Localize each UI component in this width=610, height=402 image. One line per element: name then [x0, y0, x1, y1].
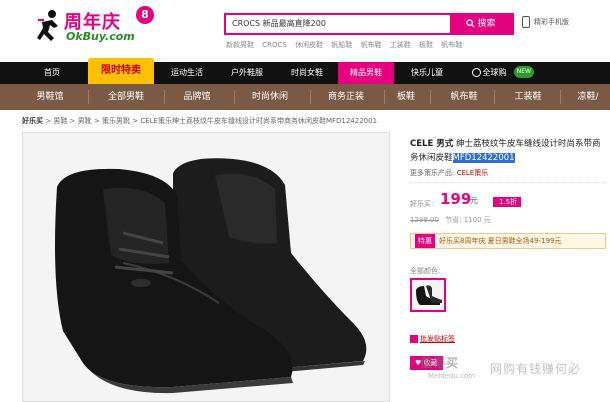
- more-products-link[interactable]: CELE策乐: [457, 169, 489, 177]
- more-products-label: 更多策乐产品:: [410, 169, 455, 177]
- color-swatch-selected[interactable]: [410, 278, 446, 312]
- promo-text: 好乐买8周年庆 夏日男鞋全场49-199元: [439, 237, 562, 245]
- hotword-link[interactable]: 新款男鞋: [226, 41, 254, 49]
- promotion-banner[interactable]: 特惠 好乐买8周年庆 夏日男鞋全场49-199元: [410, 233, 606, 249]
- hotword-link[interactable]: 帆布鞋: [361, 41, 382, 49]
- product-sku: MFD12422001: [452, 153, 515, 163]
- nav-item-flash-sale[interactable]: 限时特卖: [88, 58, 154, 84]
- subnav-all-men-shoes[interactable]: 全部男鞋: [92, 84, 160, 110]
- mobile-version-label: 精彩手机版: [534, 18, 569, 26]
- more-products: 更多策乐产品: CELE策乐: [410, 168, 488, 178]
- subnav-workwear[interactable]: 工装鞋: [500, 84, 556, 110]
- savings-text: 节省: 1100 元: [445, 216, 491, 224]
- nav-divider: [234, 90, 235, 104]
- hotword-link[interactable]: 休闲皮鞋: [295, 41, 323, 49]
- primary-nav: 首页 限时特卖 运动生活 户外鞋服 时尚女鞋 精品男鞋 快乐儿童 全球购 NEW: [0, 58, 610, 84]
- wholesale-label-text: 批发贴标签: [420, 335, 455, 343]
- secondary-nav: 男鞋馆 全部男鞋 品牌馆 时尚休闲 商务正装 板鞋 帆布鞋 工装鞋 凉鞋/: [0, 84, 610, 110]
- nav-item-women[interactable]: 时尚女鞋: [278, 62, 336, 84]
- mobile-version-link[interactable]: 精彩手机版: [522, 16, 569, 28]
- anniversary-badge: 8: [136, 6, 154, 24]
- hotword-link[interactable]: 帆布鞋: [441, 41, 462, 49]
- hotword-link[interactable]: 工装鞋: [390, 41, 411, 49]
- nav-item-men[interactable]: 精品男鞋: [338, 62, 394, 84]
- watermark-domain: Meidedu.com: [428, 372, 476, 380]
- nav-divider: [164, 90, 165, 104]
- nav-divider: [310, 90, 311, 104]
- hotword-link[interactable]: 板鞋: [419, 41, 433, 49]
- hotword-link[interactable]: 帆船鞋: [331, 41, 352, 49]
- price-unit: 元: [470, 196, 478, 205]
- divider: [410, 182, 606, 183]
- original-price-row: 1299.00 节省: 1100 元: [410, 215, 491, 225]
- subnav-canvas[interactable]: 帆布鞋: [436, 84, 492, 110]
- label-icon: [410, 335, 418, 343]
- product-title: CELE 男式 绅士荔枝纹牛皮车缝线设计时尚系带商务休闲皮鞋MFD1242200…: [410, 137, 606, 165]
- discount-badge: 1.5折: [493, 197, 522, 207]
- nav-item-global[interactable]: 全球购 NEW: [466, 62, 534, 84]
- breadcrumb-link[interactable]: 男鞋: [53, 117, 67, 125]
- subnav-skate[interactable]: 板鞋: [386, 84, 426, 110]
- breadcrumb-link[interactable]: 策乐男靴: [102, 117, 130, 125]
- breadcrumb: 好乐买 > 男鞋 > 男靴 > 策乐男靴 > CELE策乐绅士荔枝纹牛皮车缝线设…: [22, 117, 378, 125]
- new-badge: NEW: [513, 66, 534, 78]
- product-image[interactable]: [22, 132, 390, 402]
- nav-divider: [560, 90, 561, 104]
- runner-logo-icon: [37, 10, 58, 41]
- nav-item-outdoor[interactable]: 户外鞋服: [218, 62, 276, 84]
- product-brand: CELE 男式: [410, 139, 454, 149]
- subnav-sandals[interactable]: 凉鞋/: [566, 84, 610, 110]
- subnav-men-hall[interactable]: 男鞋馆: [20, 84, 80, 110]
- search-button[interactable]: 搜索: [450, 15, 512, 33]
- nav-item-sports[interactable]: 运动生活: [158, 62, 216, 84]
- site-logo[interactable]: 周年庆 OkBuy.com 8: [34, 6, 154, 48]
- search-button-label: 搜索: [477, 19, 496, 29]
- search-input[interactable]: CROCS 新品最高直降200: [226, 15, 452, 33]
- phone-icon: [522, 16, 530, 28]
- watermark-logo: 值得买: [420, 356, 460, 370]
- shoe-photo-illustration: [23, 133, 389, 401]
- nav-divider: [430, 90, 431, 104]
- watermark-slogan: 网购有钱赚何必: [490, 362, 582, 376]
- breadcrumb-link[interactable]: 好乐买: [22, 117, 43, 125]
- shoe-thumbnail-icon: [416, 285, 442, 305]
- hot-search-words: 新款男鞋 CROCS 休闲皮鞋 帆船鞋 帆布鞋 工装鞋 板鞋 帆布鞋: [226, 40, 468, 50]
- search-icon: [466, 19, 476, 28]
- site-header: 周年庆 OkBuy.com 8 CROCS 新品最高直降200 搜索 新款男鞋 …: [0, 0, 610, 62]
- subnav-formal[interactable]: 商务正装: [312, 84, 380, 110]
- nav-divider: [88, 90, 89, 104]
- breadcrumb-link[interactable]: 男靴: [78, 117, 92, 125]
- sale-price: 199: [440, 190, 472, 208]
- nav-divider: [384, 90, 385, 104]
- nav-item-home[interactable]: 首页: [22, 62, 82, 84]
- breadcrumb-current: CELE策乐绅士荔枝纹牛皮车缝线设计时尚系带商务休闲皮鞋MFD12422001: [140, 117, 378, 125]
- wholesale-label-link[interactable]: 批发贴标签: [410, 334, 455, 344]
- nav-item-kids[interactable]: 快乐儿童: [398, 62, 456, 84]
- nav-divider: [494, 90, 495, 104]
- globe-icon: [471, 68, 481, 77]
- original-price: 1299.00: [410, 216, 439, 224]
- promo-tag: 特惠: [415, 234, 435, 248]
- color-label: 全部颜色:: [410, 267, 441, 275]
- logo-text-en: OkBuy.com: [66, 30, 135, 43]
- nav-item-global-label: 全球购: [482, 68, 507, 77]
- hotword-link[interactable]: CROCS: [262, 41, 287, 49]
- search-bar: CROCS 新品最高直降200 搜索: [224, 13, 514, 35]
- price-label: 好乐买:: [410, 200, 434, 208]
- subnav-brand-hall[interactable]: 品牌馆: [166, 84, 228, 110]
- subnav-casual[interactable]: 时尚休闲: [236, 84, 304, 110]
